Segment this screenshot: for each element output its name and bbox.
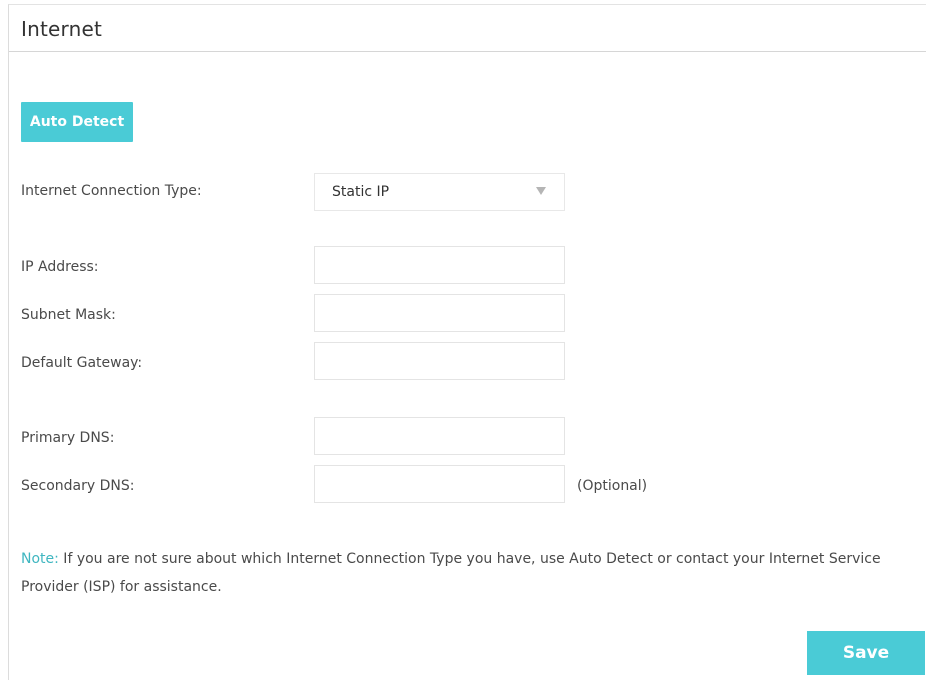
connection-type-label: Internet Connection Type: <box>21 183 202 199</box>
primary-dns-input[interactable] <box>314 417 565 455</box>
note-label: Note: <box>21 551 59 567</box>
internet-panel: Internet Auto Detect Internet Connection… <box>8 4 926 680</box>
default-gateway-label: Default Gateway: <box>21 355 143 371</box>
ip-address-input[interactable] <box>314 246 565 284</box>
default-gateway-input[interactable] <box>314 342 565 380</box>
primary-dns-label: Primary DNS: <box>21 430 115 446</box>
subnet-mask-label: Subnet Mask: <box>21 307 116 323</box>
caret-down-icon <box>536 187 546 195</box>
connection-type-value: Static IP <box>332 184 390 200</box>
note-text: Note: If you are not sure about which In… <box>21 545 921 601</box>
note-body: If you are not sure about which Internet… <box>21 551 881 595</box>
connection-type-select[interactable]: Static IP <box>314 173 565 211</box>
page-title: Internet <box>21 17 103 41</box>
save-button[interactable]: Save <box>807 631 925 675</box>
optional-hint: (Optional) <box>577 478 648 494</box>
auto-detect-button[interactable]: Auto Detect <box>21 102 133 142</box>
ip-address-label: IP Address: <box>21 259 99 275</box>
secondary-dns-input[interactable] <box>314 465 565 503</box>
subnet-mask-input[interactable] <box>314 294 565 332</box>
secondary-dns-label: Secondary DNS: <box>21 478 135 494</box>
title-divider <box>9 51 926 52</box>
